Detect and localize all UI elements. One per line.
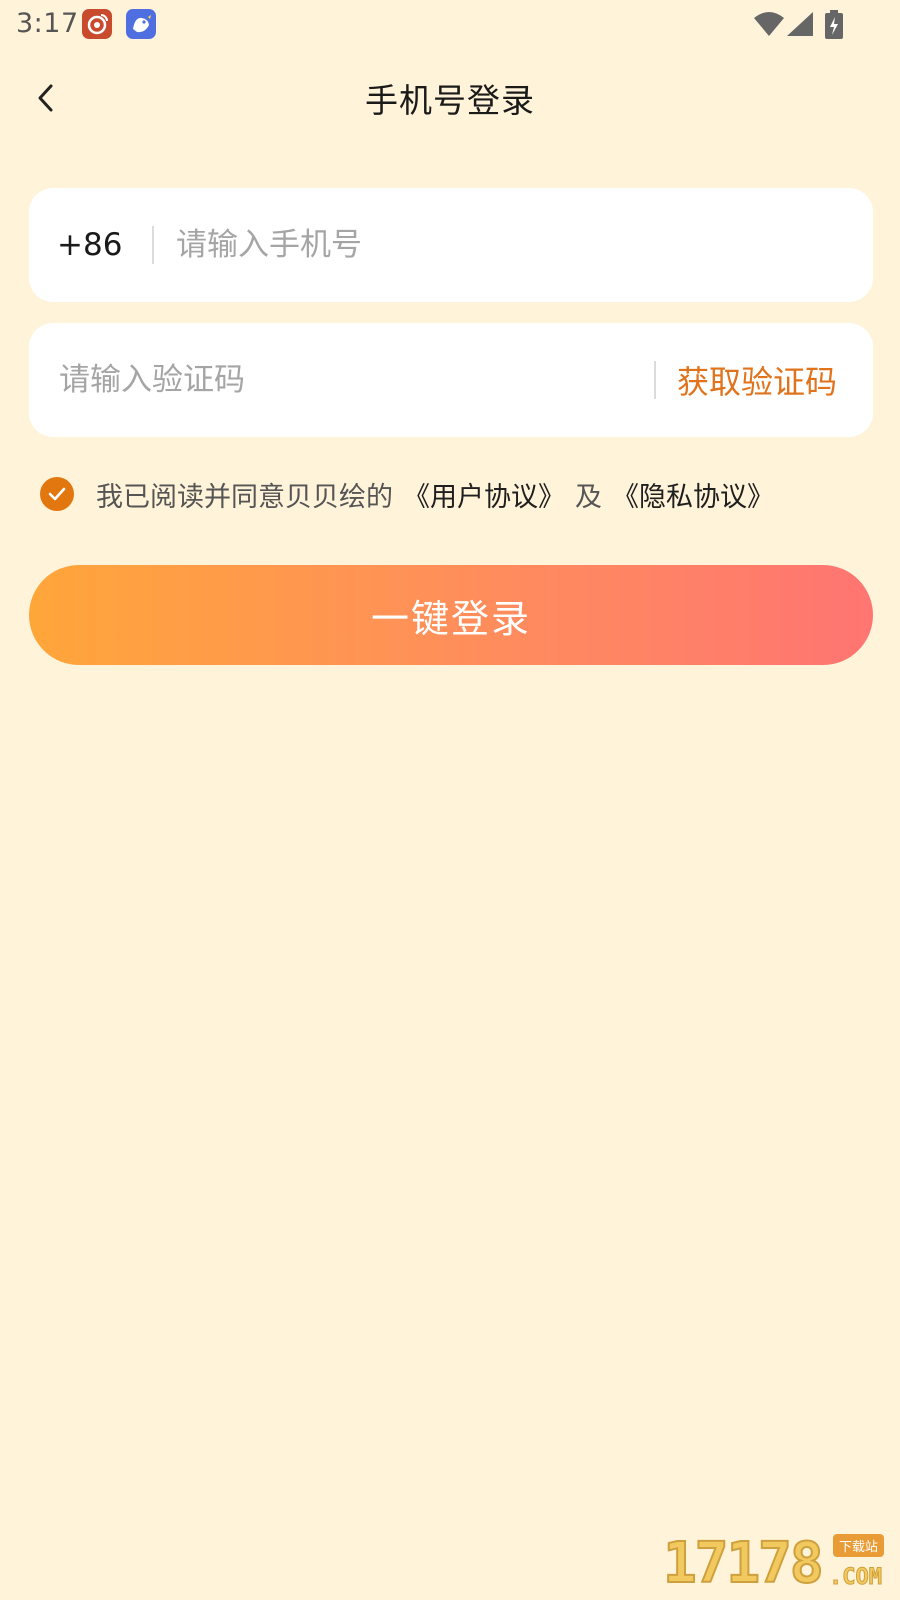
verification-code-input[interactable]	[59, 323, 639, 437]
status-time: 3:17	[16, 8, 79, 39]
get-code-button[interactable]: 获取验证码	[677, 323, 837, 437]
divider	[152, 226, 154, 264]
divider	[654, 361, 656, 399]
user-agreement-link[interactable]: 《用户协议》	[403, 475, 565, 514]
agreement-row: 我已阅读并同意贝贝绘的 《用户协议》 及 《隐私协议》	[40, 472, 774, 516]
watermark-tag: 下载站	[832, 1534, 884, 1557]
phone-field-card: +86	[29, 188, 873, 302]
weibo-app-icon	[82, 9, 112, 39]
page-title: 手机号登录	[365, 81, 535, 120]
code-field-card: 获取验证码	[29, 323, 873, 437]
site-watermark: 17178 下载站 .COM	[662, 1531, 888, 1597]
signal-icon	[787, 12, 813, 36]
login-button[interactable]: 一键登录	[29, 565, 873, 665]
bird-app-icon	[126, 9, 156, 39]
check-icon	[48, 487, 66, 501]
agreement-checkbox[interactable]	[40, 477, 74, 511]
watermark-digits: 17178	[662, 1531, 825, 1597]
battery-charging-icon	[825, 10, 843, 39]
agreement-text: 我已阅读并同意贝贝绘的	[96, 481, 393, 513]
watermark-suffix: .COM	[829, 1565, 883, 1591]
wifi-icon	[754, 12, 784, 36]
phone-input[interactable]	[176, 188, 836, 302]
country-code-selector[interactable]: +86	[57, 188, 122, 302]
status-bar: 3:17	[0, 0, 900, 48]
privacy-agreement-link[interactable]: 《隐私协议》	[612, 475, 774, 514]
agreement-and-text: 及	[575, 481, 602, 513]
